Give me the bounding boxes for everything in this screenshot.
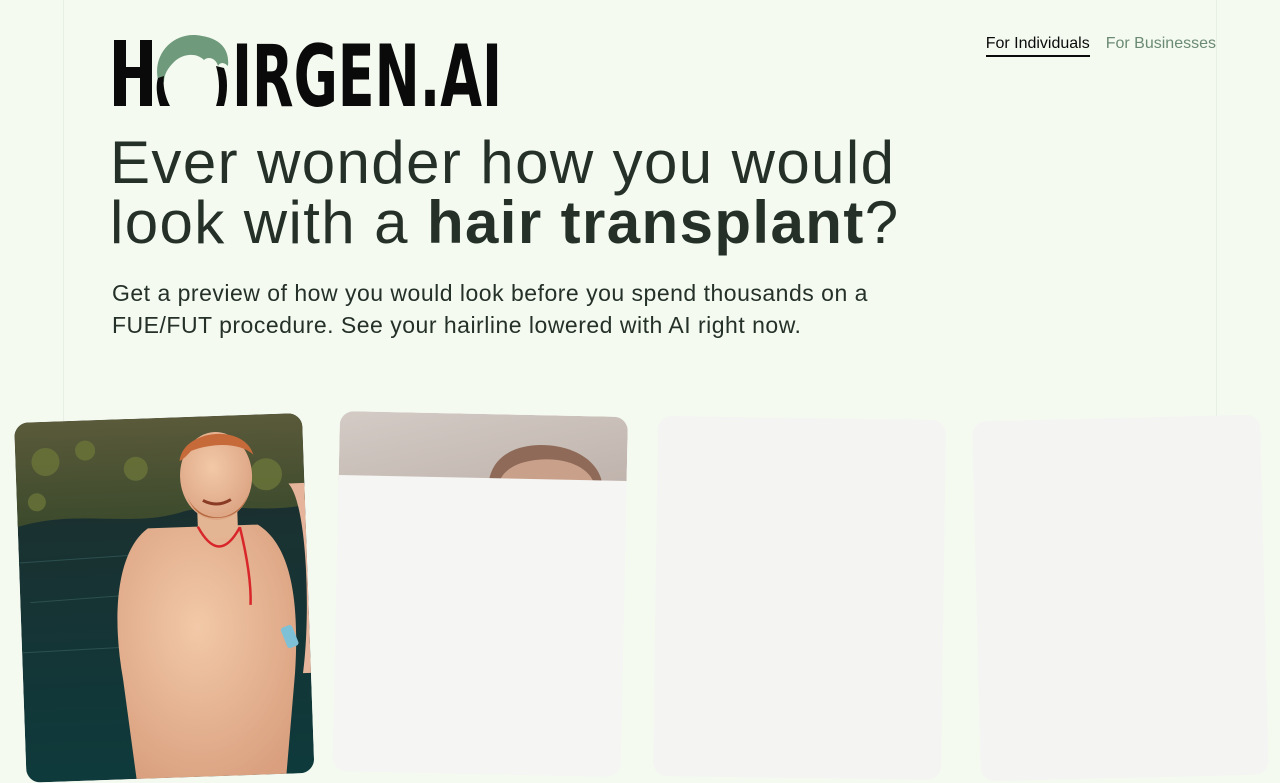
gallery-card-3[interactable]	[652, 415, 946, 780]
headline-line1: Ever wonder how you would	[110, 129, 896, 196]
nav-for-individuals[interactable]: For Individuals	[985, 34, 1090, 57]
headline-emphasis: hair transplant	[426, 189, 865, 256]
nav-for-businesses[interactable]: For Businesses	[1106, 34, 1216, 57]
hair-tuft-icon	[156, 35, 229, 106]
logo-wordmark: IRGEN.AI	[114, 32, 502, 108]
image-loading-placeholder	[332, 474, 627, 777]
hero-headline: Ever wonder how you would look with a ha…	[110, 133, 1010, 253]
gallery-card-4[interactable]	[972, 414, 1269, 782]
top-nav: For Individuals For Businesses	[985, 34, 1216, 57]
brand-logo[interactable]: IRGEN.AI	[112, 32, 512, 108]
headline-suffix: ?	[864, 189, 900, 256]
gallery-card-1[interactable]	[14, 412, 315, 783]
hero-subheadline: Get a preview of how you would look befo…	[112, 280, 868, 338]
logo-text-rest: IRGEN.AI	[232, 32, 502, 108]
headline-line2-prefix: look with a	[110, 189, 427, 256]
gallery-card-2[interactable]	[332, 410, 628, 777]
man-in-water-photo	[14, 412, 315, 783]
